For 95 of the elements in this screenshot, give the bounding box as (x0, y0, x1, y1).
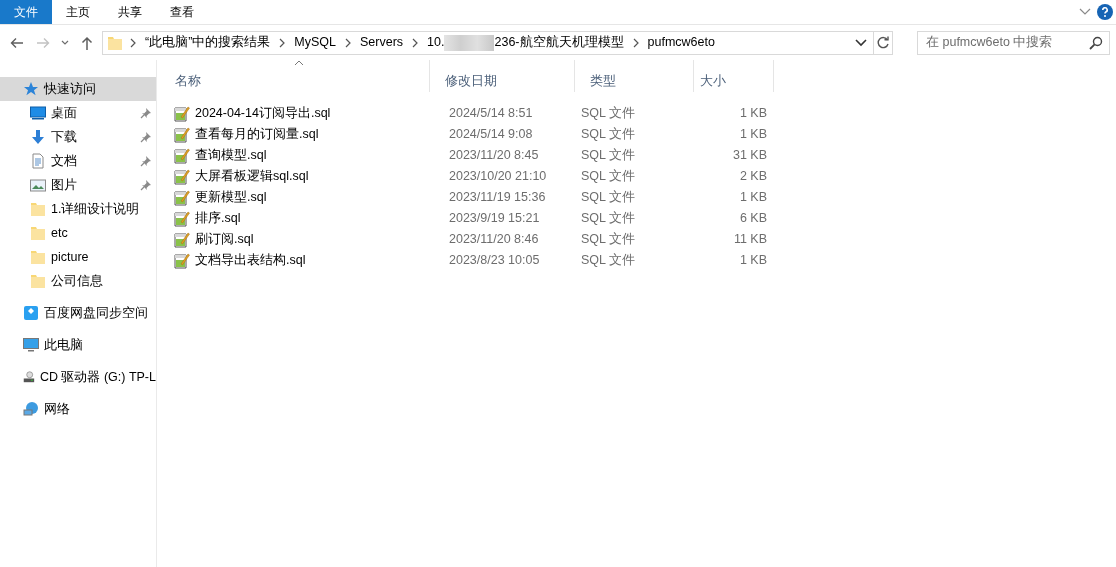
sql-file-icon (174, 231, 190, 248)
sidebar-item[interactable]: 桌面 (0, 101, 156, 125)
file-name[interactable]: 更新模型.sql (160, 188, 430, 207)
modified-date: 2023/11/19 15:36 (448, 189, 547, 207)
file-type: SQL 文件 (580, 147, 637, 165)
chevron-icon (344, 37, 352, 48)
up-arrow-icon (79, 34, 95, 51)
chevron-icon (411, 37, 420, 48)
file-type: SQL 文件 (580, 126, 637, 144)
folder-icon (107, 34, 123, 51)
folder-icon (30, 225, 46, 241)
computer-icon (23, 337, 39, 353)
sql-file-icon (174, 189, 190, 206)
sidebar-item[interactable]: 网络 (0, 397, 156, 421)
sidebar-item[interactable]: 此电脑 (0, 333, 156, 357)
sidebar-item[interactable]: picture (0, 245, 156, 269)
sidebar-item[interactable]: 图片 (0, 173, 156, 197)
sidebar-item[interactable]: 快速访问 (0, 77, 156, 101)
sidebar-item[interactable]: 公司信息 (0, 269, 156, 293)
dropdown-icon[interactable] (855, 38, 867, 47)
breadcrumb[interactable]: “此电脑”中的搜索结果 (143, 33, 273, 52)
folder-icon (30, 249, 46, 265)
sidebar-item[interactable]: CD 驱动器 (G:) TP-L (0, 365, 156, 389)
sidebar-item[interactable]: 下载 (0, 125, 156, 149)
ribbon-tab[interactable]: 共享 (104, 0, 156, 24)
breadcrumb[interactable]: MySQL (292, 33, 338, 52)
breadcrumb[interactable]: pufmcw6eto (645, 33, 717, 52)
sql-file-icon (174, 126, 190, 143)
file-size: 1 KB (738, 105, 768, 123)
sql-file-icon (174, 147, 190, 164)
folder-icon (30, 201, 46, 217)
document-icon (30, 153, 46, 169)
sidebar-item[interactable]: 百度网盘同步空间 (0, 301, 156, 325)
refresh-icon (876, 35, 890, 50)
modified-date: 2023/9/19 15:21 (448, 210, 541, 228)
breadcrumb[interactable]: 10. 236-航空航天机理模型 (425, 33, 626, 52)
sidebar-item[interactable]: etc (0, 221, 156, 245)
modified-date: 2023/11/20 8:45 (448, 147, 540, 165)
picture-icon (30, 177, 46, 193)
file-type: SQL 文件 (580, 252, 637, 270)
search-icon (1089, 35, 1103, 50)
file-type: SQL 文件 (580, 189, 637, 207)
column-header[interactable]: 大小 (694, 60, 774, 92)
file-size: 1 KB (738, 189, 768, 207)
ribbon-tab[interactable]: 主页 (52, 0, 104, 24)
search-field[interactable]: 在 pufmcw6eto 中搜索 (917, 30, 1110, 55)
modified-date: 2023/8/23 10:05 (448, 252, 541, 270)
file-name[interactable]: 排序.sql (160, 209, 430, 228)
file-type: SQL 文件 (580, 231, 637, 249)
address-bar[interactable]: “此电脑”中的搜索结果 MySQL Servers 10. 236-航空航天机理模型 pufmcw6eto (102, 30, 874, 55)
download-arrow-icon (30, 129, 46, 145)
file-name[interactable]: 查询模型.sql (160, 146, 430, 165)
file-name[interactable]: 查看每月的订阅量.sql (160, 125, 430, 144)
cloud-drive-icon (23, 305, 39, 321)
modified-date: 2024/5/14 8:51 (448, 105, 534, 123)
ribbon-tab[interactable]: 查看 (156, 0, 208, 24)
modified-date: 2023/11/20 8:46 (448, 231, 540, 249)
folder-icon (30, 273, 46, 289)
file-name[interactable]: 文档导出表结构.sql (160, 251, 430, 270)
file-type: SQL 文件 (580, 105, 637, 123)
file-size: 31 KB (731, 147, 768, 165)
chevron-icon (278, 37, 287, 48)
file-size: 1 KB (738, 126, 768, 144)
sidebar-item[interactable]: 1.详细设计说明 (0, 197, 156, 221)
disc-drive-icon (23, 369, 35, 385)
sql-file-icon (174, 252, 190, 269)
file-size: 11 KB (732, 231, 768, 249)
caret-icon (61, 40, 69, 45)
breadcrumb[interactable]: Servers (358, 33, 406, 52)
ribbon-tab[interactable]: 文件 (0, 0, 52, 24)
monitor-icon (30, 105, 46, 121)
column-header[interactable]: 修改日期 (430, 60, 575, 92)
modified-date: 2023/10/20 21:10 (448, 168, 548, 186)
column-header[interactable]: 类型 (575, 60, 694, 92)
file-name[interactable]: 大屏看板逻辑sql.sql (160, 167, 430, 186)
help-icon[interactable] (1097, 4, 1113, 20)
modified-date: 2024/5/14 9:08 (448, 126, 534, 144)
sql-file-icon (174, 210, 190, 227)
refresh-button[interactable] (874, 30, 893, 55)
sql-file-icon (174, 168, 190, 185)
file-size: 1 KB (738, 252, 768, 270)
star-icon (23, 81, 39, 97)
network-icon (23, 401, 39, 417)
chevron-icon (631, 37, 640, 48)
file-size: 6 KB (738, 210, 768, 228)
file-name[interactable]: 2024-04-14订阅导出.sql (160, 104, 430, 123)
file-size: 2 KB (738, 168, 768, 186)
collapse-ribbon-icon[interactable] (1079, 8, 1091, 16)
file-name[interactable]: 刷订阅.sql (160, 230, 430, 249)
file-type: SQL 文件 (580, 210, 637, 228)
chevron-icon (129, 37, 137, 48)
sql-file-icon (174, 105, 190, 122)
column-header[interactable]: 名称 (160, 60, 430, 92)
file-type: SQL 文件 (580, 168, 637, 186)
sidebar-item[interactable]: 文档 (0, 149, 156, 173)
